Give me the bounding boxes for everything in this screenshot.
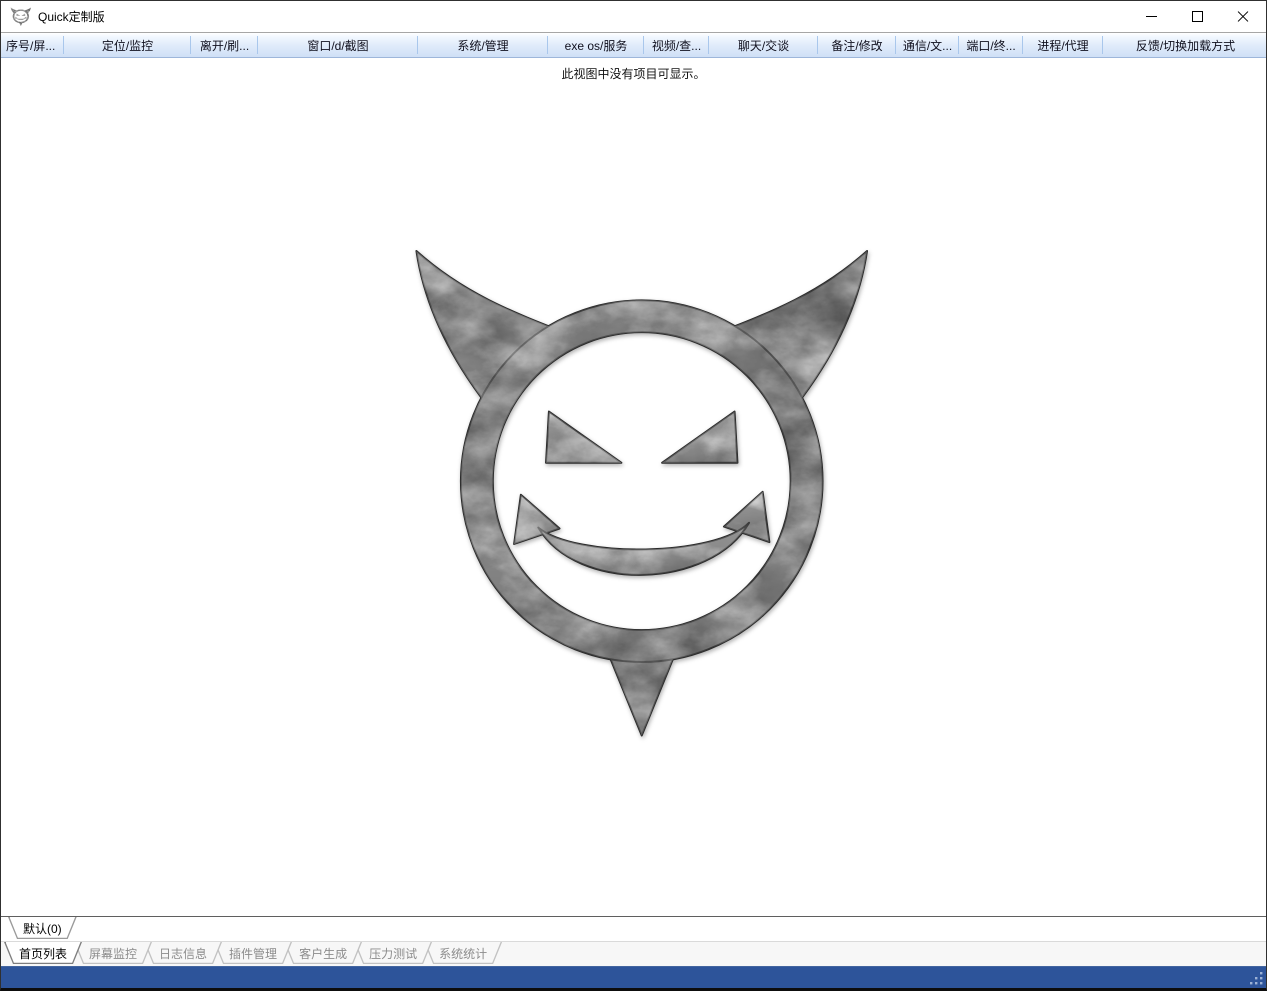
tab-label: 默认(0) [23, 920, 62, 937]
page-tab-7[interactable]: 系统统计 [424, 942, 502, 964]
tab-label: 屏幕监控 [89, 945, 137, 962]
list-column-header: 序号/屏... 定位/监控 离开/刷... 窗口/d/截图 系统/管理 exe os/服务… [1, 32, 1266, 58]
close-button[interactable] [1220, 1, 1266, 32]
column-header-label: 备注/修改 [831, 37, 882, 54]
column-header-12[interactable]: 进程/代理 [1023, 33, 1103, 57]
column-header-label: 离开/刷... [200, 37, 249, 54]
page-tab-bar: 首页列表 屏幕监控 日志信息 插件管理 客户生成 压力测试 系统统计 [1, 941, 1266, 966]
column-header-10[interactable]: 通信/文... [896, 33, 959, 57]
column-header-label: 定位/监控 [102, 37, 153, 54]
column-header-11[interactable]: 端口/终... [959, 33, 1023, 57]
window-controls [1128, 1, 1266, 32]
tab-label: 压力测试 [369, 945, 417, 962]
page-tab-6[interactable]: 压力测试 [354, 942, 432, 964]
app-window: { "window": { "title": "Quick定制版", "icon… [0, 0, 1267, 991]
column-header-4[interactable]: 窗口/d/截图 [258, 33, 418, 57]
column-header-label: 进程/代理 [1037, 37, 1088, 54]
group-tab-bar: 默认(0) [1, 917, 1266, 941]
column-header-label: 序号/屏... [6, 37, 55, 54]
tab-label: 首页列表 [19, 945, 67, 962]
resize-grip[interactable] [1249, 971, 1263, 985]
column-header-6[interactable]: exe os/服务 [548, 33, 644, 57]
page-tab-1[interactable]: 首页列表 [4, 942, 82, 964]
page-tab-3[interactable]: 日志信息 [144, 942, 222, 964]
page-tab-5[interactable]: 客户生成 [284, 942, 362, 964]
minimize-icon [1146, 16, 1157, 17]
tab-label: 日志信息 [159, 945, 207, 962]
column-header-label: 反馈/切换加载方式 [1136, 37, 1235, 54]
column-header-2[interactable]: 定位/监控 [64, 33, 191, 57]
window-title: Quick定制版 [38, 8, 105, 25]
column-header-7[interactable]: 视频/查... [644, 33, 709, 57]
column-header-label: 系统/管理 [457, 37, 508, 54]
devil-smiley-logo [399, 233, 869, 738]
column-header-label: exe os/服务 [565, 37, 628, 54]
tab-label: 插件管理 [229, 945, 277, 962]
page-tab-4[interactable]: 插件管理 [214, 942, 292, 964]
column-header-8[interactable]: 聊天/交谈 [709, 33, 818, 57]
group-tab-1[interactable]: 默认(0) [8, 917, 77, 939]
status-bar [1, 966, 1266, 988]
column-header-label: 端口/终... [966, 37, 1015, 54]
empty-view-message: 此视图中没有项目可显示。 [1, 58, 1266, 82]
column-header-label: 聊天/交谈 [738, 37, 789, 54]
tab-label: 客户生成 [299, 945, 347, 962]
column-header-label: 窗口/d/截图 [307, 37, 368, 54]
titlebar: Quick定制版 [1, 1, 1266, 32]
column-header-13[interactable]: 反馈/切换加载方式 [1103, 33, 1266, 57]
column-header-label: 通信/文... [903, 37, 952, 54]
close-icon [1237, 11, 1249, 23]
app-logo-icon [10, 7, 31, 26]
column-header-9[interactable]: 备注/修改 [818, 33, 896, 57]
tab-label: 系统统计 [439, 945, 487, 962]
column-header-1[interactable]: 序号/屏... [1, 33, 64, 57]
page-tab-2[interactable]: 屏幕监控 [74, 942, 152, 964]
list-view: 此视图中没有项目可显示。 [1, 58, 1266, 917]
maximize-icon [1192, 11, 1203, 22]
column-header-5[interactable]: 系统/管理 [418, 33, 548, 57]
maximize-button[interactable] [1174, 1, 1220, 32]
column-header-3[interactable]: 离开/刷... [191, 33, 258, 57]
column-header-label: 视频/查... [652, 37, 701, 54]
minimize-button[interactable] [1128, 1, 1174, 32]
